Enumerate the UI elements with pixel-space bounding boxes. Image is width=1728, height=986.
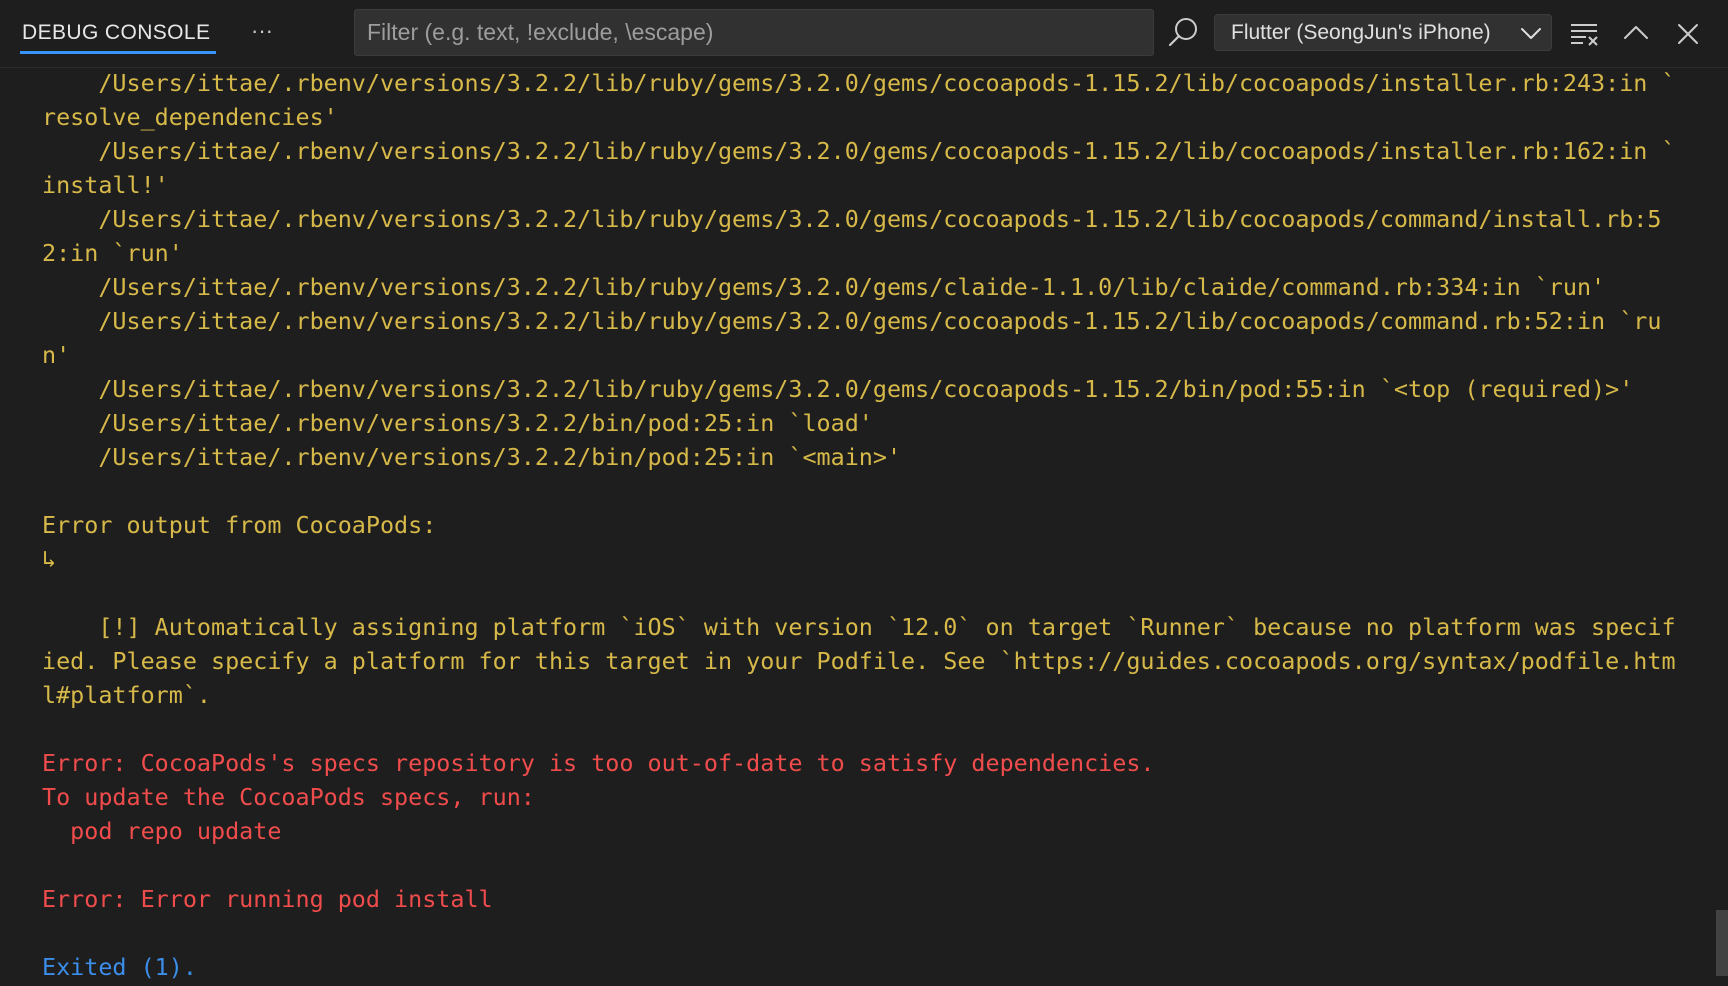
output-line: /Users/ittae/.rbenv/versions/3.2.2/lib/r… xyxy=(42,307,1662,335)
close-icon[interactable] xyxy=(1668,14,1708,54)
active-tab-indicator xyxy=(20,51,216,54)
output-line: Error: CocoaPods's specs repository is t… xyxy=(42,749,1155,777)
output-line: resolve_dependencies' xyxy=(42,103,338,131)
output-line: Error output from CocoaPods: xyxy=(42,511,437,539)
chevron-down-icon xyxy=(1519,21,1543,45)
output-line: /Users/ittae/.rbenv/versions/3.2.2/lib/r… xyxy=(42,205,1662,233)
output-line: /Users/ittae/.rbenv/versions/3.2.2/lib/r… xyxy=(42,69,1676,97)
output-line: /Users/ittae/.rbenv/versions/3.2.2/lib/r… xyxy=(42,137,1676,165)
console-output: /Users/ittae/.rbenv/versions/3.2.2/lib/r… xyxy=(42,66,1714,986)
output-line: Error: Error running pod install xyxy=(42,885,493,913)
debug-console-panel: DEBUG CONSOLE ··· Flutter (SeongJun's iP… xyxy=(0,0,1728,986)
debug-session-select[interactable]: Flutter (SeongJun's iPhone) xyxy=(1214,14,1552,51)
panel-header: DEBUG CONSOLE ··· Flutter (SeongJun's iP… xyxy=(0,0,1728,68)
output-line: n' xyxy=(42,341,71,369)
output-line: /Users/ittae/.rbenv/versions/3.2.2/lib/r… xyxy=(42,375,1634,403)
output-line: To update the CocoaPods specs, run: xyxy=(42,783,535,811)
output-line: [!] Automatically assigning platform `iO… xyxy=(42,613,1676,641)
debug-session-label: Flutter (SeongJun's iPhone) xyxy=(1231,21,1491,44)
filter-field[interactable] xyxy=(354,9,1154,56)
tab-debug-console[interactable]: DEBUG CONSOLE xyxy=(22,16,210,54)
output-line: /Users/ittae/.rbenv/versions/3.2.2/bin/p… xyxy=(42,409,873,437)
more-actions-button[interactable]: ··· xyxy=(242,14,282,52)
filter-input[interactable] xyxy=(355,10,1153,55)
output-line: install!' xyxy=(42,171,169,199)
output-line: l#platform`. xyxy=(42,681,211,709)
output-line: Exited (1). xyxy=(42,953,197,981)
output-line: /Users/ittae/.rbenv/versions/3.2.2/lib/r… xyxy=(42,273,1606,301)
vertical-scrollbar-thumb[interactable] xyxy=(1716,910,1728,976)
clear-console-icon[interactable] xyxy=(1564,14,1604,54)
output-line: /Users/ittae/.rbenv/versions/3.2.2/bin/p… xyxy=(42,443,902,471)
output-line: pod repo update xyxy=(42,817,282,845)
output-line: ied. Please specify a platform for this … xyxy=(42,647,1676,675)
output-line: ↳ xyxy=(42,545,57,573)
chevron-up-icon[interactable] xyxy=(1616,14,1656,54)
search-icon[interactable] xyxy=(1164,14,1204,54)
output-line: 2:in `run' xyxy=(42,239,183,267)
